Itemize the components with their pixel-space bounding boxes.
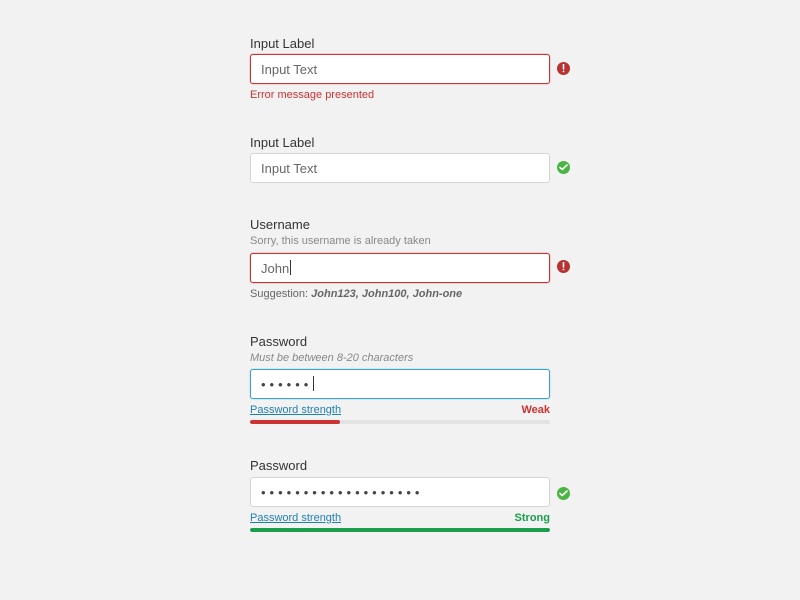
password-strength-fill [250,420,340,424]
text-input[interactable] [250,153,550,183]
password-strength-fill [250,528,550,532]
password-strength-link[interactable]: Password strength [250,404,341,416]
password-field-weak: Password Must be between 8-20 characters… [250,334,550,424]
error-icon [557,62,570,75]
success-icon [557,161,570,174]
password-strength-meter [250,420,550,424]
password-strength-meter [250,528,550,532]
input-label: Password [250,334,550,349]
error-message: Error message presented [250,89,550,101]
suggestion-names: John123, John100, John-one [311,288,462,300]
input-label: Username [250,217,550,232]
input-field-success: Input Label [250,135,550,183]
password-dots: ••••••••••••••••••• [261,485,423,500]
password-strength-label: Weak [521,404,550,416]
text-input[interactable] [250,54,550,84]
password-strength-link[interactable]: Password strength [250,512,341,524]
password-dots: •••••• [261,377,312,392]
input-label: Password [250,458,550,473]
username-hint: Sorry, this username is already taken [250,235,550,247]
username-field: Username Sorry, this username is already… [250,217,550,300]
password-field-strong: Password ••••••••••••••••••• Password st… [250,458,550,532]
text-caret [313,376,314,391]
text-caret [290,260,291,275]
password-input[interactable]: •••••• [250,369,550,399]
input-label: Input Label [250,36,550,51]
suggestion-prefix: Suggestion: [250,288,311,300]
username-suggestion: Suggestion: John123, John100, John-one [250,288,550,300]
password-input[interactable]: ••••••••••••••••••• [250,477,550,507]
error-icon [557,260,570,273]
password-hint: Must be between 8-20 characters [250,352,550,364]
input-value: John [261,261,289,276]
password-strength-label: Strong [515,512,550,524]
input-field-error: Input Label Error message presented [250,36,550,101]
success-icon [557,487,570,500]
input-label: Input Label [250,135,550,150]
username-input[interactable]: John [250,253,550,283]
